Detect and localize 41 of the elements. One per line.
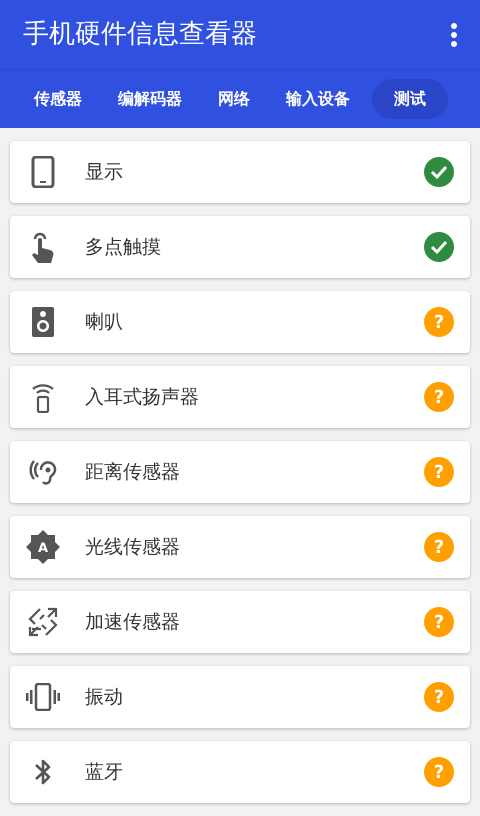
test-label: 多点触摸 <box>85 234 162 260</box>
test-item[interactable]: A 光线传感器 ? <box>10 516 470 578</box>
question-badge: ? <box>424 457 454 487</box>
test-label: 显示 <box>85 160 124 185</box>
question-badge: ? <box>424 682 454 712</box>
test-item[interactable]: 显示 <box>10 141 470 203</box>
brightness-icon: A <box>26 530 60 564</box>
test-label: 距离传感器 <box>85 460 181 485</box>
test-label: 入耳式扬声器 <box>85 384 200 410</box>
check-icon <box>424 232 454 262</box>
test-item[interactable]: 入耳式扬声器 ? <box>10 366 470 428</box>
test-item[interactable]: 振动 ? <box>10 666 470 728</box>
tab[interactable]: 编解码器 <box>104 79 196 119</box>
app-title: 手机硬件信息查看器 <box>23 18 257 51</box>
tab[interactable]: 测试 <box>372 79 448 119</box>
test-item[interactable]: 喇叭 ? <box>10 291 470 353</box>
tab[interactable]: 网络 <box>204 79 264 119</box>
speaker-icon <box>32 307 54 337</box>
test-item[interactable]: 多点触摸 <box>10 216 470 278</box>
question-badge: ? <box>424 382 454 412</box>
tab[interactable]: 传感器 <box>20 79 96 119</box>
question-badge: ? <box>424 307 454 337</box>
rotate-arrows-icon <box>27 606 59 638</box>
test-item[interactable]: 加速传感器 ? <box>10 591 470 653</box>
question-badge: ? <box>424 532 454 562</box>
test-label: 蓝牙 <box>85 760 124 785</box>
phone-icon <box>31 156 55 188</box>
test-item[interactable]: 蓝牙 ? <box>10 741 470 803</box>
more-options-icon[interactable] <box>450 22 458 46</box>
bluetooth-icon <box>33 757 53 787</box>
test-label: 喇叭 <box>85 310 124 335</box>
vibrating-phone-icon <box>26 683 60 711</box>
question-badge: ? <box>424 757 454 787</box>
test-label: 光线传感器 <box>85 534 181 560</box>
check-icon <box>424 157 454 187</box>
test-label: 振动 <box>85 684 124 710</box>
test-label: 加速传感器 <box>85 610 181 635</box>
test-item[interactable]: 距离传感器 ? <box>10 441 470 503</box>
question-badge: ? <box>424 607 454 637</box>
tab[interactable]: 输入设备 <box>272 79 364 119</box>
pointing-hand-icon <box>30 231 56 263</box>
